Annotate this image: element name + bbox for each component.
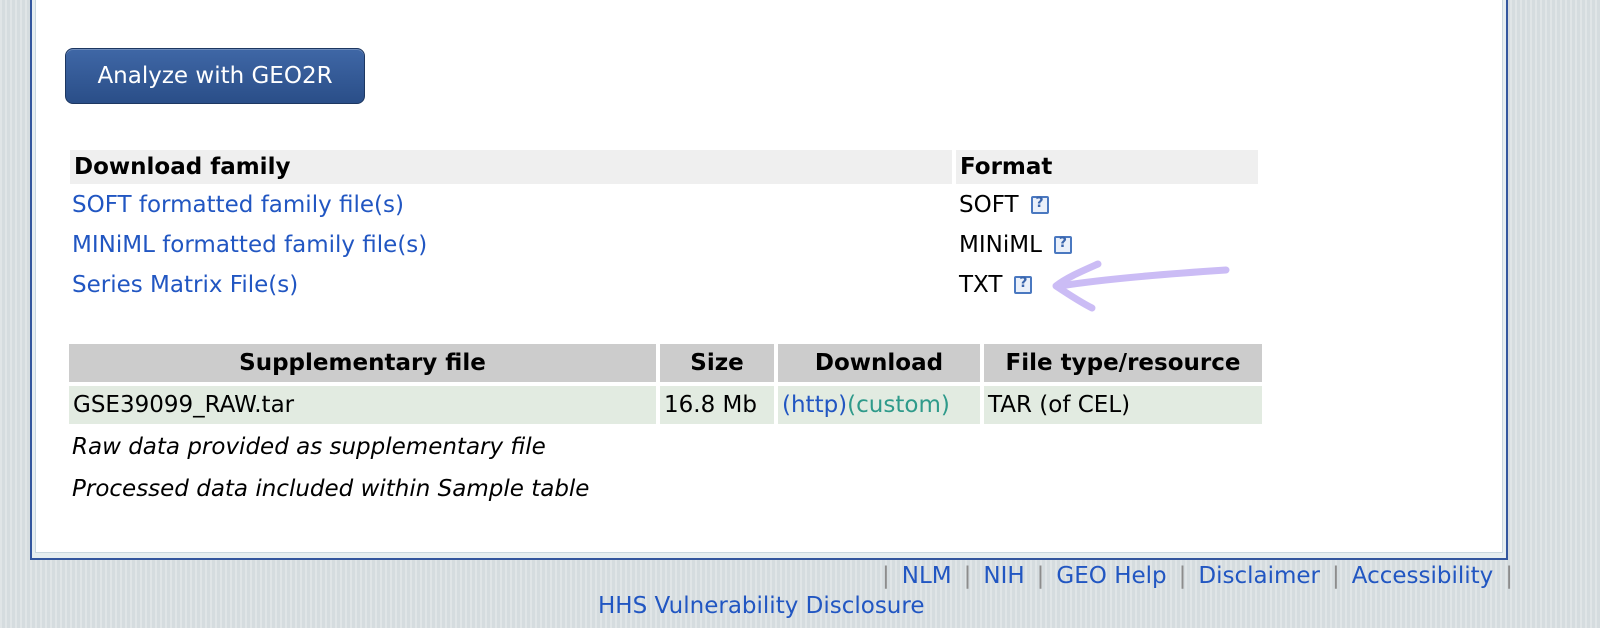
download-family-header: Download family	[70, 150, 952, 184]
footer-link-disclaimer[interactable]: Disclaimer	[1198, 563, 1320, 589]
footer-separator: |	[1332, 563, 1340, 589]
footer-link-hhs-vulnerability[interactable]: HHS Vulnerability Disclosure	[598, 593, 924, 619]
supp-header-file: Supplementary file	[69, 344, 656, 382]
footer-link-accessibility[interactable]: Accessibility	[1352, 563, 1494, 589]
format-header: Format	[956, 150, 1258, 184]
annotation-arrow-icon	[1052, 260, 1230, 312]
format-cell-txt: TXT ?	[959, 272, 1033, 298]
download-http-link[interactable]: (http)	[782, 392, 847, 418]
download-custom-link[interactable]: (custom)	[847, 392, 950, 418]
footer-separator: |	[963, 563, 972, 589]
supp-header-filetype: File type/resource	[984, 344, 1262, 382]
analyze-geo2r-button[interactable]: Analyze with GEO2R	[65, 48, 365, 104]
footer-separator: |	[1178, 563, 1187, 589]
footer-links: | NLM | NIH | GEO Help | Disclaimer | Ac…	[882, 563, 1513, 589]
miniml-family-file-link[interactable]: MINiML formatted family file(s)	[72, 232, 427, 258]
processed-data-note: Processed data included within Sample ta…	[72, 476, 590, 502]
format-label-soft: SOFT	[959, 192, 1019, 218]
help-icon[interactable]: ?	[1030, 195, 1049, 214]
supp-header-size: Size	[660, 344, 774, 382]
supp-file-type: TAR (of CEL)	[984, 386, 1262, 424]
supp-file-size: 16.8 Mb	[660, 386, 774, 424]
help-icon[interactable]: ?	[1014, 275, 1033, 294]
help-icon[interactable]: ?	[1053, 235, 1072, 254]
format-label-miniml: MINiML	[959, 232, 1042, 258]
footer-separator: |	[882, 563, 890, 589]
footer-link-nlm[interactable]: NLM	[902, 563, 952, 589]
raw-data-note: Raw data provided as supplementary file	[72, 434, 546, 460]
supp-header-download: Download	[778, 344, 980, 382]
footer-separator: |	[1036, 563, 1045, 589]
footer-separator: |	[1505, 563, 1514, 589]
soft-family-file-link[interactable]: SOFT formatted family file(s)	[72, 192, 404, 218]
format-cell-miniml: MINiML ?	[959, 232, 1072, 258]
supp-download-cell: (http)(custom)	[778, 386, 980, 424]
footer-link-geo-help[interactable]: GEO Help	[1056, 563, 1166, 589]
footer-link-nih[interactable]: NIH	[983, 563, 1024, 589]
supp-file-name: GSE39099_RAW.tar	[69, 386, 656, 424]
format-label-txt: TXT	[959, 272, 1003, 298]
format-cell-soft: SOFT ?	[959, 192, 1049, 218]
series-matrix-file-link[interactable]: Series Matrix File(s)	[72, 272, 298, 298]
